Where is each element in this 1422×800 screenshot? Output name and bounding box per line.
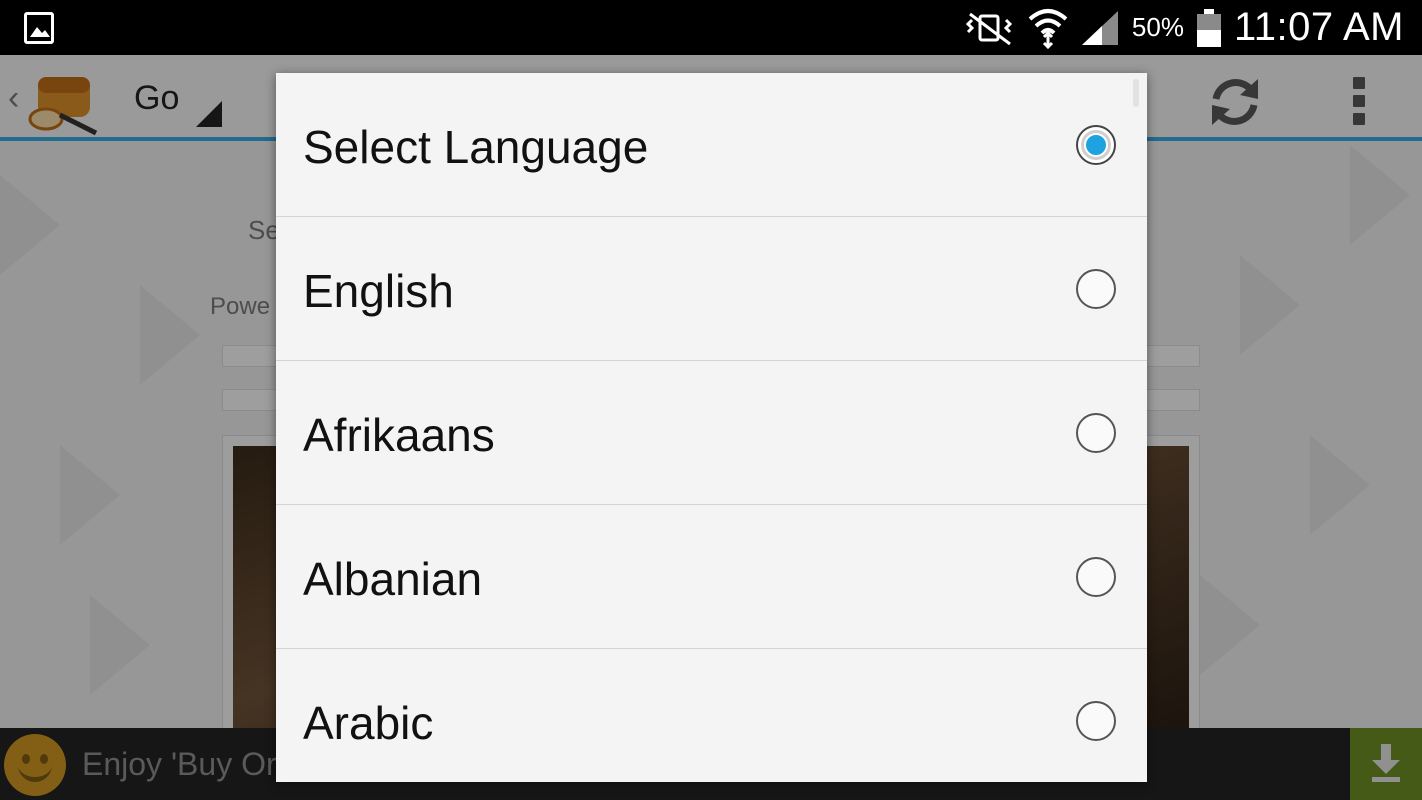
language-dialog: Select Language English Afrikaans Albani…	[276, 73, 1147, 782]
status-bar: 50% 11:07 AM	[0, 0, 1422, 55]
wifi-icon	[1028, 8, 1068, 49]
option-select-language[interactable]: Select Language	[276, 73, 1147, 217]
option-label: Select Language	[303, 121, 649, 173]
clock: 11:07 AM	[1233, 5, 1404, 49]
battery-percent: 50%	[1131, 12, 1184, 42]
option-label: Arabic	[303, 697, 434, 749]
radio-button-checked[interactable]	[1076, 125, 1116, 165]
option-afrikaans[interactable]: Afrikaans	[276, 361, 1147, 505]
option-arabic[interactable]: Arabic	[276, 649, 1147, 782]
radio-button[interactable]	[1076, 701, 1116, 741]
option-label: Albanian	[303, 553, 483, 605]
vibrate-mute-icon	[965, 12, 1013, 45]
radio-button[interactable]	[1076, 269, 1116, 309]
gallery-icon	[24, 12, 54, 44]
option-english[interactable]: English	[276, 217, 1147, 361]
status-icons: 50% 11:07 AM	[964, 0, 1404, 55]
signal-icon	[1081, 10, 1118, 45]
option-label: English	[303, 265, 454, 317]
radio-button[interactable]	[1076, 557, 1116, 597]
battery-icon	[1196, 8, 1221, 47]
option-label: Afrikaans	[303, 409, 495, 461]
option-albanian[interactable]: Albanian	[276, 505, 1147, 649]
radio-button[interactable]	[1076, 413, 1116, 453]
